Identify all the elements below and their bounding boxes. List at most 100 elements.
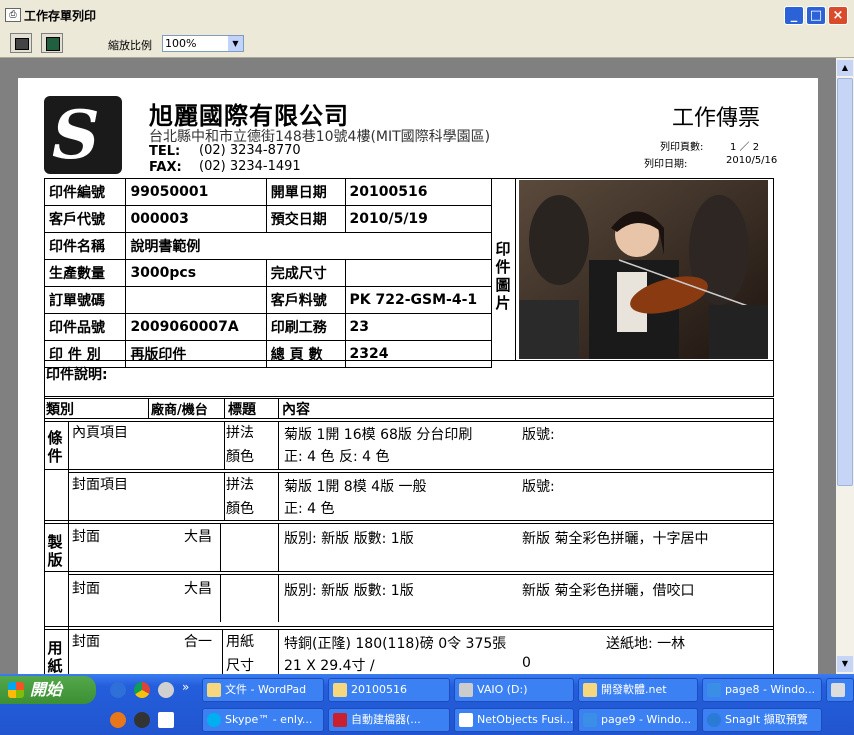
divider (68, 421, 69, 674)
firefox-icon[interactable] (110, 712, 126, 728)
info-value: 再版印件 (125, 340, 267, 368)
info-value: 000003 (125, 205, 267, 233)
divider (44, 469, 774, 470)
snagit-icon (707, 713, 721, 727)
header-content: 內容 (282, 402, 310, 418)
divider (44, 629, 774, 630)
print-button[interactable] (10, 33, 32, 53)
drive-icon (459, 683, 473, 697)
section-plate: 製版 (47, 533, 63, 569)
info-label: 預交日期 (265, 205, 346, 233)
divider (68, 472, 774, 473)
task-label: 文件 - WordPad (225, 683, 307, 696)
product-photo (519, 180, 768, 359)
info-row: 印件品號 2009060007A 印刷工務 23 (43, 313, 492, 341)
vertical-scrollbar[interactable]: ▲ ▼ (836, 58, 854, 674)
export-icon (46, 37, 60, 51)
info-table: 印件編號 99050001 開單日期 20100516 客戶代號 000003 預交日期 20… (43, 178, 492, 368)
task-page9[interactable]: page9 - Windo... (578, 708, 698, 732)
divider (44, 571, 774, 572)
photo-label: 印件圖片 (495, 240, 511, 312)
section-condition: 條件 (47, 429, 63, 465)
scroll-up-icon[interactable]: ▲ (837, 60, 853, 76)
r5-c2b: 0 (522, 655, 531, 671)
info-value: 說明書範例 (125, 232, 492, 260)
printer-icon (15, 38, 29, 50)
r1-item: 內頁項目 (72, 425, 128, 441)
r2-c1b: 版號: (522, 479, 555, 495)
app-icon (831, 683, 845, 697)
zoom-label: 縮放比例 (108, 39, 152, 52)
info-value (125, 286, 267, 314)
zoom-select[interactable]: 100% ▼ (162, 35, 244, 52)
scroll-down-icon[interactable]: ▼ (837, 656, 853, 672)
divider (278, 574, 279, 622)
chevron-down-icon[interactable]: ▼ (228, 36, 243, 51)
task-dev-software[interactable]: 開發軟體.net (578, 678, 698, 702)
info-label: 印件名稱 (43, 232, 127, 260)
page-count-label: 列印頁數: (660, 142, 704, 153)
report-viewport: S 旭麗國際有限公司 台北縣中和市立德街148巷10號4樓(MIT國際科學園區)… (0, 58, 836, 674)
info-row: 印 件 別再版印件總 頁 數 2324 (43, 340, 492, 368)
ie-icon (707, 683, 721, 697)
task-vaio[interactable]: VAIO (D:) (454, 678, 574, 702)
info-row: 客戶代號 000003 預交日期 2010/5/19 (43, 205, 492, 233)
fax-label: FAX: (149, 160, 182, 175)
divider (44, 421, 774, 422)
app-icon (333, 713, 347, 727)
info-label: 印刷工務 (265, 313, 346, 341)
print-date-label: 列印日期: (644, 159, 688, 170)
divider (68, 574, 774, 575)
task-snagit[interactable]: SnagIt 擷取預覽 (702, 708, 822, 732)
r4-vendor: 大昌 (184, 581, 212, 597)
info-value: 2010/5/19 (344, 205, 492, 233)
divider (44, 360, 774, 361)
task-page8[interactable]: page8 - Windo... (702, 678, 822, 702)
r5-c1: 特銅(正隆) 180(118)磅 0令 375張 (284, 636, 507, 652)
scroll-thumb[interactable] (837, 78, 853, 486)
r3-vendor: 大昌 (184, 529, 212, 545)
divider (491, 178, 492, 360)
ie-icon[interactable] (110, 682, 126, 698)
export-button[interactable] (41, 33, 63, 53)
divider (515, 178, 516, 360)
task-netobjects[interactable]: NetObjects Fusi... (454, 708, 574, 732)
info-value: 23 (344, 313, 492, 341)
cd-icon[interactable] (158, 682, 174, 698)
divider (278, 629, 279, 674)
info-value: 2009060007A (125, 313, 267, 341)
task-label: NetObjects Fusi... (477, 713, 574, 726)
task-overflow[interactable] (826, 678, 854, 702)
task-label: SnagIt 擷取預覽 (725, 713, 808, 726)
info-value: PK 722-GSM-4-1 (344, 286, 492, 314)
r2-t2: 顏色 (226, 501, 254, 517)
violinist-photo (519, 180, 768, 359)
task-label: 自動建檔器(... (351, 713, 421, 726)
maximize-button[interactable]: □ (806, 6, 826, 25)
app-icon[interactable] (134, 712, 150, 728)
task-label: 開發軟體.net (601, 683, 667, 696)
desktop-icon[interactable] (158, 712, 174, 728)
fax-value: (02) 3234-1491 (199, 159, 301, 174)
info-label: 完成尺寸 (265, 259, 346, 287)
start-button[interactable]: 開始 (0, 676, 96, 704)
quicklaunch-more[interactable]: » (182, 680, 189, 694)
task-auto-filer[interactable]: 自動建檔器(... (328, 708, 450, 732)
wordpad-icon (207, 683, 221, 697)
close-button[interactable]: × (828, 6, 848, 25)
task-skype[interactable]: Skype™ - enly... (202, 708, 324, 732)
divider (222, 629, 223, 674)
info-value: 99050001 (125, 178, 267, 206)
task-wordpad[interactable]: 文件 - WordPad (202, 678, 324, 702)
r5-c2: 21 X 29.4寸 / (284, 658, 375, 674)
document-title: 工作傳票 (672, 106, 761, 131)
chrome-icon[interactable] (134, 682, 150, 698)
r2-item: 封面項目 (72, 477, 128, 493)
task-label: VAIO (D:) (477, 683, 528, 696)
info-label: 開單日期 (265, 178, 346, 206)
minimize-button[interactable]: _ (784, 6, 804, 25)
divider (44, 523, 774, 524)
task-folder-20100516[interactable]: 20100516 (328, 678, 450, 702)
skype-icon (207, 713, 221, 727)
task-label: Skype™ - enly... (225, 713, 313, 726)
